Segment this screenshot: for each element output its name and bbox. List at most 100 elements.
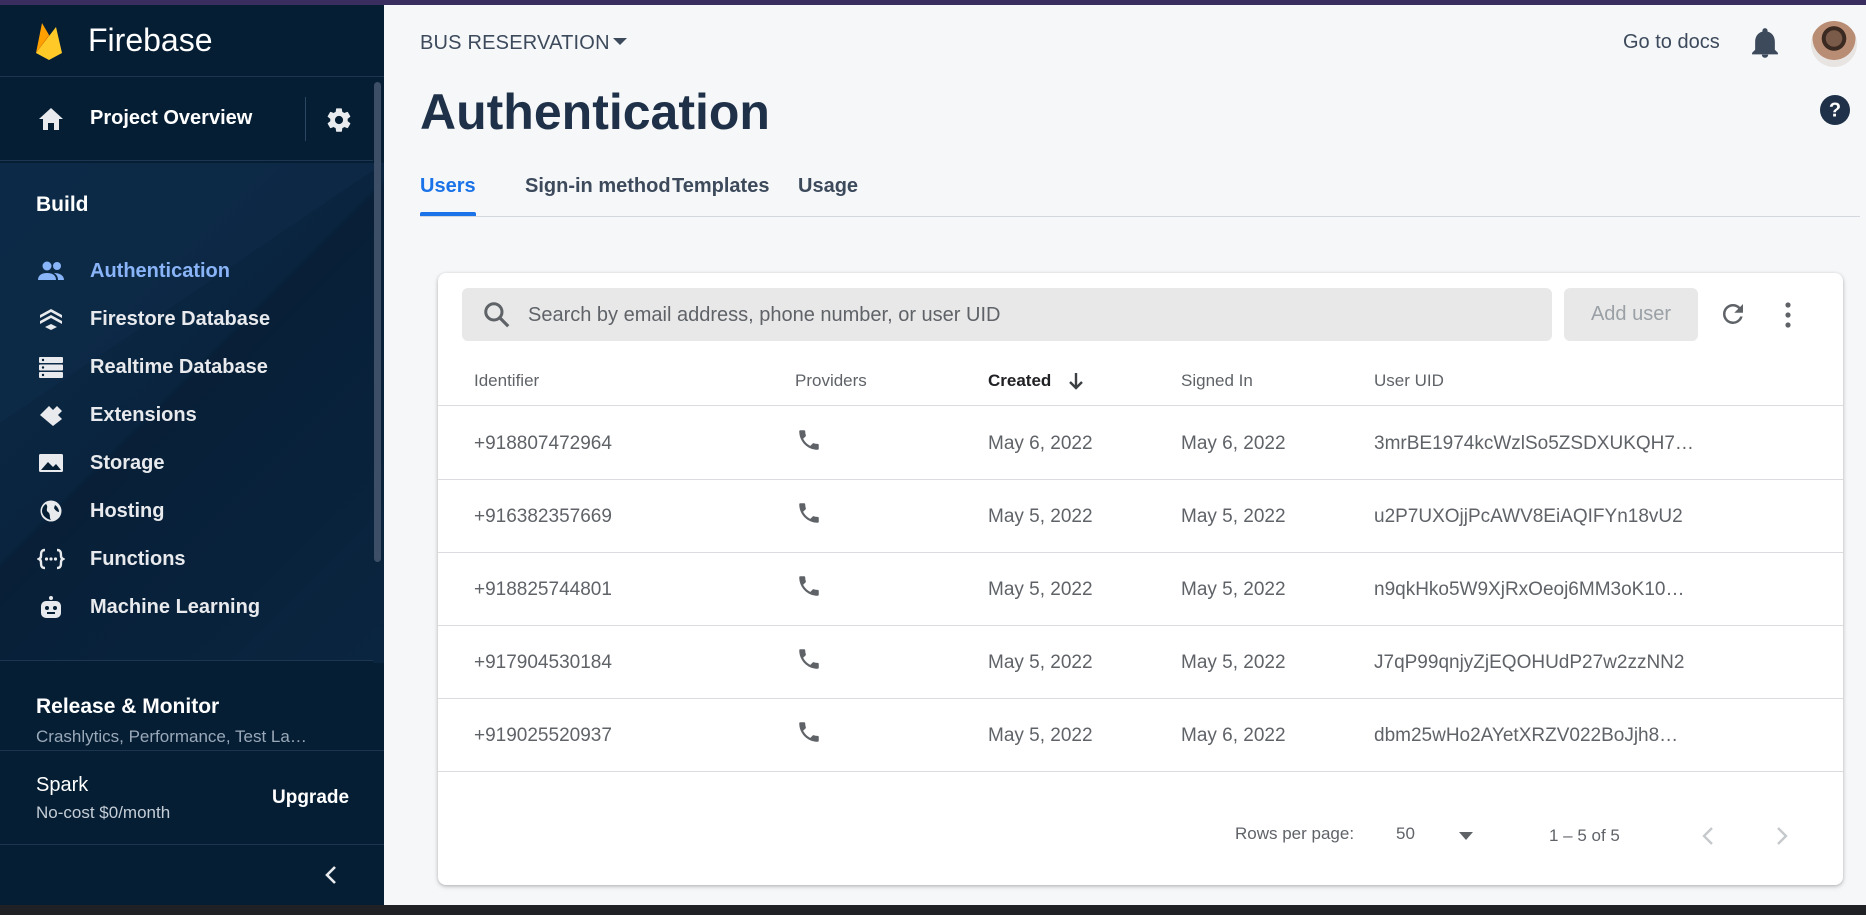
column-created[interactable]: Created [988,371,1051,391]
sidebar-item-label: Storage [90,452,165,474]
phone-icon [799,503,819,523]
signed-in-cell: May 6, 2022 [1181,433,1286,454]
phone-icon [799,649,819,669]
firebase-logo-icon [36,22,62,60]
created-cell: May 5, 2022 [988,652,1093,673]
identifier-cell: +918807472964 [474,433,612,454]
release-monitor-section[interactable]: Release & Monitor Crashlytics, Performan… [0,660,373,755]
column-providers: Providers [795,371,867,390]
sidebar-item-functions[interactable]: Functions [0,536,373,582]
help-icon[interactable]: ? [1818,93,1852,127]
column-signed-in[interactable]: Signed In [1181,371,1253,391]
sidebar-item-label: Authentication [90,260,230,282]
upgrade-button[interactable]: Upgrade [272,787,349,809]
home-icon [39,108,63,130]
firebase-wordmark: Firebase [88,22,213,58]
phone-icon [799,722,819,742]
signed-in-cell: May 5, 2022 [1181,506,1286,527]
bell-icon[interactable] [1750,27,1780,59]
sidebar-item-machine-learning[interactable]: Machine Learning [0,584,373,630]
uid-cell: dbm25wHo2AYetXRZV022BoJjh8… [1374,725,1679,746]
sidebar-item-hosting[interactable]: Hosting [0,488,373,534]
tab-templates[interactable]: Templates [672,175,769,198]
phone-icon [799,576,819,596]
plan-price: No-cost $0/month [36,803,171,822]
page-title: Authentication [420,84,770,140]
created-cell: May 5, 2022 [988,579,1093,600]
identifier-cell: +919025520937 [474,725,612,746]
column-user-uid: User UID [1374,371,1444,390]
sidebar-item-label: Hosting [90,500,165,522]
sidebar: Firebase Project Overview Build Authenti… [0,5,384,905]
identifier-cell: +917904530184 [474,652,612,673]
image-icon [39,454,63,472]
auth-tabs: Users Sign-in method Templates Usage [420,165,1860,217]
gear-icon[interactable] [325,106,353,134]
signed-in-cell: May 5, 2022 [1181,579,1286,600]
table-row[interactable]: +918825744801 May 5, 2022 May 5, 2022 n9… [438,553,1843,626]
created-cell: May 5, 2022 [988,725,1093,746]
uid-cell: J7qP99qnjyZjEQOHUdP27w2zzNN2 [1374,652,1685,673]
column-identifier[interactable]: Identifier [474,371,539,391]
project-overview-label: Project Overview [90,107,253,129]
sidebar-item-authentication[interactable]: Authentication [0,248,373,294]
go-to-docs-link[interactable]: Go to docs [1623,31,1720,54]
overview-divider [305,97,306,141]
firestore-icon [40,309,62,330]
created-cell: May 5, 2022 [988,506,1093,527]
created-cell: May 6, 2022 [988,433,1093,454]
table-row[interactable]: +917904530184 May 5, 2022 May 5, 2022 J7… [438,626,1843,699]
users-card: Add user Identifier Providers Created Si… [438,273,1843,885]
more-options-icon[interactable] [1780,299,1796,331]
sidebar-item-storage[interactable]: Storage [0,440,373,486]
sidebar-item-firestore[interactable]: Firestore Database [0,296,373,342]
chevron-down-icon[interactable] [613,38,627,45]
sort-descending-icon[interactable] [1066,370,1086,392]
active-tab-indicator [420,212,476,216]
table-row[interactable]: +916382357669 May 5, 2022 May 5, 2022 u2… [438,480,1843,553]
release-monitor-title: Release & Monitor [36,695,220,718]
next-page-icon[interactable] [1771,824,1791,848]
main-content: BUS RESERVATION Go to docs Authenticatio… [384,5,1866,905]
plan-section: Spark No-cost $0/month Upgrade [0,750,384,845]
search-input[interactable] [528,296,1528,334]
tab-users[interactable]: Users [420,175,476,198]
identifier-cell: +918825744801 [474,579,612,600]
tab-sign-in-method[interactable]: Sign-in method [525,175,671,198]
build-section-title[interactable]: Build [36,193,89,217]
plan-name: Spark [36,774,89,796]
extensions-icon [40,406,62,426]
user-search-box[interactable] [462,288,1552,341]
previous-page-icon[interactable] [1699,824,1719,848]
tab-usage[interactable]: Usage [798,175,858,198]
avatar[interactable] [1811,21,1857,67]
uid-cell: u2P7UXOjjPcAWV8EiAQIFYn18vU2 [1374,506,1683,527]
sidebar-item-extensions[interactable]: Extensions [0,392,373,438]
table-header: Identifier Providers Created Signed In U… [438,356,1843,406]
refresh-icon[interactable] [1718,299,1748,329]
phone-icon [799,430,819,450]
search-icon [484,302,510,328]
project-overview-item[interactable]: Project Overview [0,77,373,161]
identifier-cell: +916382357669 [474,506,612,527]
table-row[interactable]: +918807472964 May 6, 2022 May 6, 2022 3m… [438,407,1843,480]
database-icon [39,357,63,378]
table-row[interactable]: +919025520937 May 5, 2022 May 6, 2022 db… [438,699,1843,772]
release-monitor-subtitle: Crashlytics, Performance, Test La… [36,727,307,746]
firebase-brand[interactable]: Firebase [0,5,384,77]
svg-text:?: ? [1829,100,1841,122]
table-pagination: Rows per page: 50 1 – 5 of 5 [438,793,1843,883]
uid-cell: n9qkHko5W9XjRxOeoj6MM3oK10… [1374,579,1685,600]
chevron-down-icon[interactable] [1459,832,1473,840]
signed-in-cell: May 6, 2022 [1181,725,1286,746]
globe-icon [40,500,62,522]
rows-per-page-select[interactable]: 50 [1396,824,1415,844]
collapse-sidebar-icon[interactable] [320,863,344,887]
sidebar-scrollbar[interactable] [374,82,381,562]
add-user-button[interactable]: Add user [1564,288,1698,341]
functions-icon [37,548,65,570]
robot-icon [41,596,61,618]
sidebar-item-realtime-database[interactable]: Realtime Database [0,344,373,390]
project-selector[interactable]: BUS RESERVATION [420,32,610,55]
pagination-range: 1 – 5 of 5 [1549,826,1620,845]
